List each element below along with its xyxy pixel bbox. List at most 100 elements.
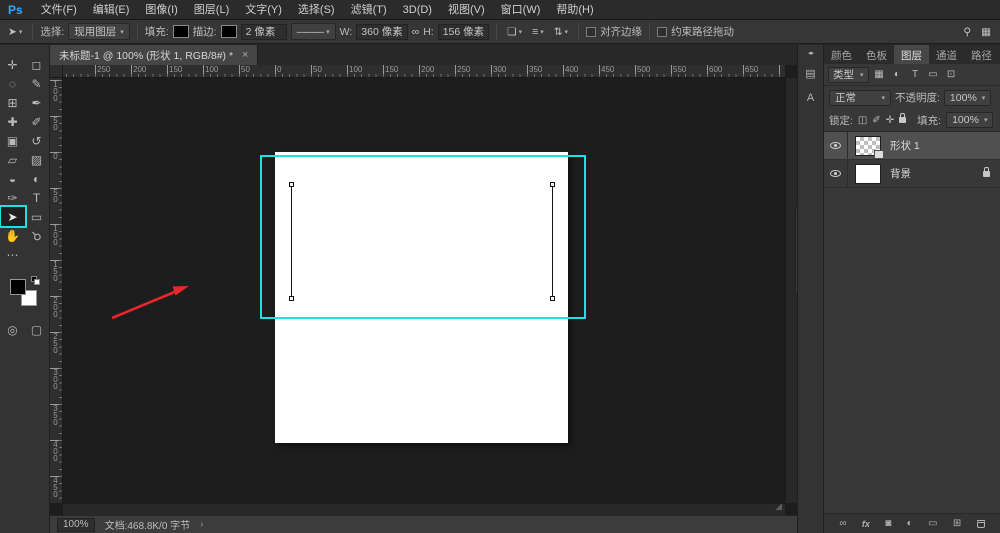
constrain-path-drag-checkbox[interactable] xyxy=(657,27,667,37)
menu-type[interactable]: 文字(Y) xyxy=(237,0,290,20)
menu-filter[interactable]: 滤镜(T) xyxy=(343,0,395,20)
status-menu-chevron-icon[interactable]: › xyxy=(200,519,203,530)
quick-mask-button[interactable]: ◎ xyxy=(1,320,25,339)
default-colors-button[interactable] xyxy=(31,276,41,286)
shape-width-input[interactable]: 360 像素 xyxy=(356,24,407,40)
new-adjustment-layer-icon[interactable]: ◐ xyxy=(907,518,913,529)
workspace-switcher-icon[interactable]: ▦ xyxy=(981,26,991,38)
new-layer-icon[interactable]: ⊞ xyxy=(953,518,961,529)
healing-brush-tool[interactable]: ✚ xyxy=(1,112,25,131)
tab-paths[interactable]: 路径 xyxy=(964,45,999,64)
history-brush-tool[interactable]: ↺ xyxy=(25,131,49,150)
eraser-tool[interactable]: ▱ xyxy=(1,150,25,169)
tab-channels[interactable]: 通道 xyxy=(929,45,964,64)
blend-mode-dropdown[interactable]: 正常 ▾ xyxy=(829,90,891,106)
path-selection-tool[interactable]: ➤ xyxy=(1,207,25,226)
layer-style-icon[interactable]: fx xyxy=(862,519,870,529)
path-alignment-button[interactable]: ≡ ▾ xyxy=(529,26,547,38)
tab-color[interactable]: 颜色 xyxy=(824,45,859,64)
filter-kind-dropdown[interactable]: 类型 ▾ xyxy=(828,67,869,83)
search-icon[interactable]: ⚲ xyxy=(963,26,971,38)
dodge-tool[interactable]: ◐ xyxy=(25,169,49,188)
layer-name[interactable]: 形状 1 xyxy=(890,138,920,153)
tab-layers[interactable]: 图层 xyxy=(894,45,929,64)
fill-dropdown[interactable]: 100% ▾ xyxy=(946,112,993,128)
fill-swatch[interactable] xyxy=(173,25,189,38)
opacity-dropdown[interactable]: 100% ▾ xyxy=(944,90,991,106)
path-arrangement-button[interactable]: ⇅ ▾ xyxy=(551,26,571,38)
horizontal-ruler[interactable]: 250 200 150 100 50 0 50 100 150 200 250 … xyxy=(63,65,785,78)
layer-row-background[interactable]: 背景 xyxy=(824,160,1000,188)
hand-tool[interactable]: ✋ xyxy=(1,226,25,245)
horizontal-scrollbar[interactable] xyxy=(63,503,785,515)
dock-collapse-icon[interactable]: ◂▸ xyxy=(808,49,813,57)
marquee-tool[interactable]: ◻ xyxy=(25,55,49,74)
gradient-tool[interactable]: ▨ xyxy=(25,150,49,169)
lock-all-icon[interactable] xyxy=(899,117,906,123)
menu-file[interactable]: 文件(F) xyxy=(33,0,85,20)
smart-object-filter-icon[interactable]: ⊡ xyxy=(944,69,959,80)
shape-layer-filter-icon[interactable]: ▭ xyxy=(926,69,941,80)
blur-tool[interactable]: ◒ xyxy=(1,169,25,188)
menu-help[interactable]: 帮助(H) xyxy=(548,0,601,20)
menu-view[interactable]: 视图(V) xyxy=(440,0,493,20)
stroke-swatch[interactable] xyxy=(221,25,237,38)
foreground-color-swatch[interactable] xyxy=(10,279,26,295)
pixel-layer-filter-icon[interactable]: ▦ xyxy=(872,69,887,80)
delete-layer-icon[interactable] xyxy=(977,520,985,528)
select-mode-dropdown[interactable]: 现用图层 ▾ xyxy=(68,23,130,40)
scrollbar-thumb[interactable] xyxy=(795,206,797,296)
character-panel-button[interactable]: A xyxy=(802,89,820,107)
zoom-tool[interactable]: ⚲ xyxy=(25,226,49,245)
close-icon[interactable]: × xyxy=(242,49,248,61)
eyedropper-tool[interactable]: ✒ xyxy=(25,93,49,112)
menu-edit[interactable]: 编辑(E) xyxy=(85,0,138,20)
menu-image[interactable]: 图像(I) xyxy=(137,0,185,20)
menu-window[interactable]: 窗口(W) xyxy=(493,0,549,20)
rectangle-tool[interactable]: ▭ xyxy=(25,207,49,226)
ruler-origin-corner[interactable] xyxy=(50,65,63,78)
add-layer-mask-icon[interactable]: ◙ xyxy=(885,518,891,529)
canvas-area[interactable]: 250 200 150 100 50 0 50 100 150 200 250 … xyxy=(50,65,797,515)
stroke-style-dropdown[interactable]: ——— ▾ xyxy=(291,23,336,40)
link-layers-icon[interactable]: ∞ xyxy=(839,518,846,529)
layer-name[interactable]: 背景 xyxy=(890,166,911,181)
lasso-tool[interactable]: ◌ xyxy=(1,74,25,93)
align-edges-checkbox[interactable] xyxy=(586,27,596,37)
menu-layer[interactable]: 图层(L) xyxy=(186,0,237,20)
crop-tool[interactable]: ⊞ xyxy=(1,93,25,112)
menu-3d[interactable]: 3D(D) xyxy=(395,0,440,20)
type-layer-filter-icon[interactable]: T xyxy=(908,69,923,80)
edit-toolbar-button[interactable]: ⋯ xyxy=(1,245,25,264)
layer-row-shape1[interactable]: 形状 1 xyxy=(824,132,1000,160)
lock-pixels-icon[interactable]: ✐ xyxy=(872,115,880,126)
tab-swatches[interactable]: 色板 xyxy=(859,45,894,64)
zoom-level-input[interactable]: 100% xyxy=(57,518,95,532)
history-panel-button[interactable]: ▤ xyxy=(802,64,820,82)
stroke-width-input[interactable]: 2 像素 xyxy=(241,24,287,40)
document-tab[interactable]: 未标题-1 @ 100% (形状 1, RGB/8#) * × xyxy=(50,45,258,65)
menu-select[interactable]: 选择(S) xyxy=(290,0,343,20)
tool-preset-picker[interactable]: ➤ ▾ xyxy=(5,26,25,38)
move-tool[interactable]: ✛ xyxy=(1,55,25,74)
layer-thumbnail[interactable] xyxy=(855,164,881,184)
quick-selection-tool[interactable]: ✎ xyxy=(25,74,49,93)
pen-tool[interactable]: ✑ xyxy=(1,188,25,207)
visibility-toggle[interactable] xyxy=(824,132,848,159)
clone-stamp-tool[interactable]: ▣ xyxy=(1,131,25,150)
layer-thumbnail[interactable] xyxy=(855,136,881,156)
screen-mode-button[interactable]: ▢ xyxy=(25,320,49,339)
vertical-ruler[interactable]: 100 50 0 50 100 150 200 250 300 350 400 … xyxy=(50,78,63,503)
resize-grip-icon[interactable]: ◢ xyxy=(775,501,782,512)
vertical-scrollbar[interactable] xyxy=(785,78,797,503)
brush-tool[interactable]: ✐ xyxy=(25,112,49,131)
visibility-toggle[interactable] xyxy=(824,160,848,187)
link-dimensions-icon[interactable]: ∞ xyxy=(412,26,420,38)
lock-position-icon[interactable]: ✛ xyxy=(886,115,894,126)
lock-transparency-icon[interactable]: ◫ xyxy=(858,115,867,126)
type-tool[interactable]: T xyxy=(25,188,49,207)
adjustment-layer-filter-icon[interactable]: ◐ xyxy=(890,69,905,80)
path-operations-button[interactable]: ❏ ▾ xyxy=(504,26,525,38)
shape-height-input[interactable]: 156 像素 xyxy=(438,24,489,40)
new-group-icon[interactable]: ▭ xyxy=(928,518,937,529)
